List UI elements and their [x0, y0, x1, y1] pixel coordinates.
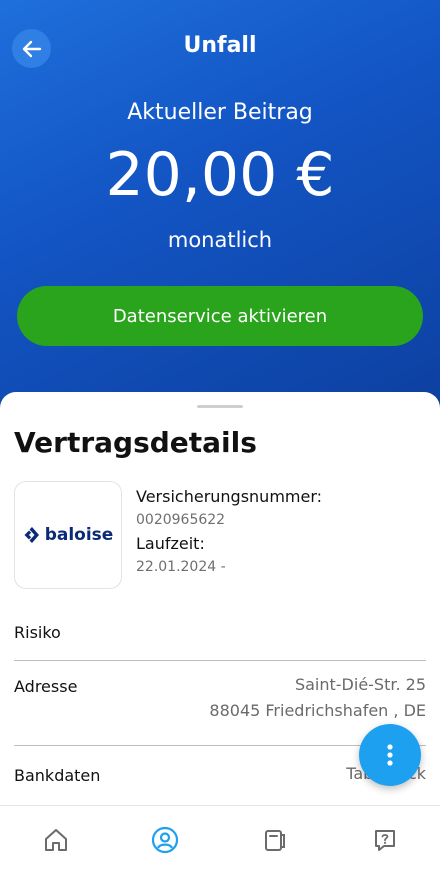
- documents-icon: [265, 830, 285, 851]
- home-icon: [45, 829, 67, 851]
- row-label: Adresse: [14, 677, 78, 696]
- section-title: Vertragsdetails: [14, 426, 257, 459]
- address-line-1: Saint-Dié-Str. 25: [294, 675, 426, 694]
- current-premium-label: Aktueller Beitrag: [127, 100, 313, 125]
- premium-period: monatlich: [167, 228, 273, 252]
- nav-profile[interactable]: [147, 822, 183, 858]
- page-title: Unfall: [183, 33, 257, 58]
- premium-amount: 20,00 €: [105, 140, 335, 210]
- insurer-logo: baloise: [14, 481, 122, 589]
- policy-number-value: 0020965622: [136, 512, 226, 528]
- activate-dataservice-button[interactable]: Datenservice aktivieren: [17, 286, 423, 346]
- contract-meta: Versicherungsnummer: 0020965622 Laufzeit…: [136, 487, 322, 575]
- term-label: Laufzeit:: [136, 534, 205, 553]
- nav-help[interactable]: [367, 822, 403, 858]
- nav-home[interactable]: [38, 822, 74, 858]
- screen: Unfall Aktueller Beitrag 20,00 € monatli…: [0, 0, 440, 885]
- detail-row-risiko[interactable]: Risiko: [14, 613, 426, 661]
- more-actions-button[interactable]: [359, 724, 421, 786]
- more-vertical-icon: [387, 744, 393, 766]
- policy-number-label: Versicherungsnummer:: [136, 487, 323, 506]
- row-label: Risiko: [14, 623, 61, 642]
- nav-documents[interactable]: [257, 822, 293, 858]
- bottom-navigation: [0, 805, 440, 885]
- profile-icon: [151, 826, 179, 854]
- hero-header: Unfall Aktueller Beitrag 20,00 € monatli…: [0, 0, 440, 430]
- help-icon: [375, 830, 395, 851]
- sheet-drag-handle[interactable]: [197, 405, 243, 408]
- address-line-2: 88045 Friedrichshafen , DE: [209, 701, 426, 720]
- term-value: 22.01.2024 -: [136, 559, 226, 575]
- insurer-logo-text: baloise: [44, 525, 114, 545]
- row-label: Bankdaten: [14, 766, 101, 785]
- baloise-logo-icon: [24, 527, 39, 543]
